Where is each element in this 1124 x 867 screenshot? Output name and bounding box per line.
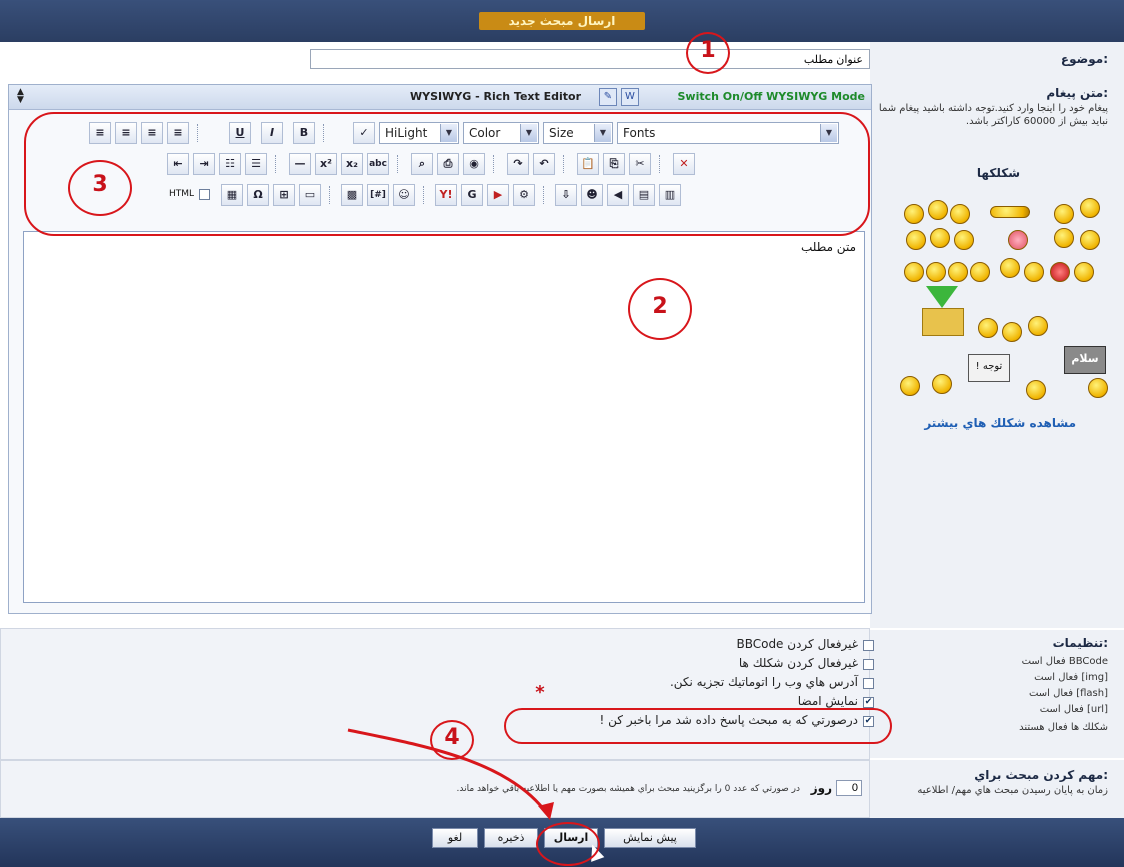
setting-status-smilies: شكلك ها فعال هستند — [1019, 722, 1108, 733]
disable-bbcode-label: غيرفعال كردن BBCode — [736, 637, 858, 651]
editor-header: ▲ ▼ WYSIWYG - Rich Text Editor ✎ W Switch… — [9, 85, 871, 110]
preview-button[interactable]: پيش نمايش — [604, 828, 696, 848]
smiley-icon[interactable] — [978, 318, 998, 338]
smilies-title: شكلكها — [976, 166, 1020, 180]
subject-input[interactable] — [310, 49, 870, 69]
smiley-icon[interactable] — [1074, 262, 1094, 282]
smiley-icon[interactable] — [954, 230, 974, 250]
smiley-icon[interactable] — [1080, 198, 1100, 218]
smiley-icon[interactable] — [1054, 204, 1074, 224]
setting-status-flash: [flash] فعال است — [1028, 688, 1108, 699]
wysiwyg-toggle-icon[interactable]: W — [621, 88, 639, 106]
save-button[interactable]: ذخيره — [484, 828, 538, 848]
subject-label: موضوع: — [1060, 52, 1108, 66]
sign-attention: توجه ! — [968, 354, 1010, 382]
annotation-number-2: 2 — [652, 294, 668, 319]
more-smilies-link[interactable]: مشاهده شكلك هاي بيشتر — [924, 416, 1076, 430]
smiley-icon[interactable] — [1088, 378, 1108, 398]
resize-arrows-icon[interactable]: ▲ ▼ — [17, 88, 24, 105]
smiley-icon[interactable] — [906, 230, 926, 250]
show-signature-checkbox[interactable]: ✔ — [863, 697, 874, 708]
smiley-icon[interactable] — [1080, 230, 1100, 250]
editor-title: WYSIWYG - Rich Text Editor — [410, 90, 581, 103]
smiley-icon[interactable] — [1054, 228, 1074, 248]
editor-textarea[interactable]: متن مطلب — [23, 231, 865, 603]
annotation-notify-oval — [504, 708, 892, 744]
smiley-icon[interactable] — [950, 204, 970, 224]
show-signature-label: نمايش امضا — [797, 694, 858, 708]
sticky-days-input[interactable] — [836, 780, 862, 796]
disable-url-parse-checkbox[interactable] — [863, 678, 874, 689]
smiley-icon[interactable] — [1008, 230, 1028, 250]
top-bar: ارسال مبحث جديد — [0, 0, 1124, 42]
disable-bbcode-checkbox[interactable] — [863, 640, 874, 651]
editor-content: متن مطلب — [800, 240, 856, 254]
smiley-icon[interactable] — [1050, 262, 1070, 282]
smiley-icon[interactable] — [1026, 380, 1046, 400]
setting-status-bbcode: BBCode فعال است — [1021, 656, 1108, 667]
days-unit-label: روز — [810, 781, 832, 795]
label-column — [870, 42, 1124, 628]
annotation-number-3: 3 — [92, 172, 108, 197]
smiley-icon[interactable] — [904, 262, 924, 282]
sticky-label: مهم كردن مبحث براي: — [974, 768, 1108, 782]
days-note: در صورتي كه عدد 0 را برگزينيد مبحث براي … — [456, 784, 800, 794]
message-note: پيغام خود را اينجا وارد كنيد.توجه داشته … — [878, 103, 1108, 127]
message-label: متن پيغام: — [1046, 86, 1108, 100]
smiley-icon[interactable] — [1002, 322, 1022, 342]
annotation-number-1: 1 — [700, 38, 716, 63]
smiley-icon[interactable] — [932, 374, 952, 394]
page-title: ارسال مبحث جديد — [0, 12, 1124, 30]
switch-wysiwyg-link[interactable]: Switch On/Off WYSIWYG Mode — [678, 90, 866, 103]
smiley-icon[interactable] — [1000, 258, 1020, 278]
smiley-icon[interactable] — [948, 262, 968, 282]
smiley-icon[interactable] — [990, 206, 1030, 218]
smiley-icon[interactable] — [928, 200, 948, 220]
smiley-icon[interactable] — [904, 204, 924, 224]
box-icon — [922, 308, 964, 336]
smiley-icon[interactable] — [970, 262, 990, 282]
sign-hello: سلام — [1064, 346, 1106, 374]
setting-status-url: [url] فعال است — [1039, 704, 1108, 715]
setting-status-img: [img] فعال است — [1034, 672, 1108, 683]
download-arrow-icon — [926, 286, 958, 308]
annotation-toolbar-oval — [24, 112, 870, 236]
editor-mode-icon[interactable]: ✎ — [599, 88, 617, 106]
annotation-number-4: 4 — [444, 725, 460, 750]
sticky-note: زمان به پايان رسيدن مبحث هاي مهم/ اطلاعي… — [917, 785, 1108, 796]
cancel-button[interactable]: لغو — [432, 828, 478, 848]
settings-label: تنظيمات: — [1052, 636, 1108, 650]
smiley-icon[interactable] — [1024, 262, 1044, 282]
annotation-submit-circle — [536, 822, 600, 866]
annotation-star: * — [535, 682, 545, 703]
disable-smilies-checkbox[interactable] — [863, 659, 874, 670]
smiley-icon[interactable] — [900, 376, 920, 396]
smiley-icon[interactable] — [1028, 316, 1048, 336]
smiley-icon[interactable] — [926, 262, 946, 282]
disable-url-parse-label: آدرس هاي وب را اتوماتيك تجزيه نكن. — [669, 675, 858, 689]
smiley-icon[interactable] — [930, 228, 950, 248]
disable-smilies-label: غيرفعال كردن شكلك ها — [738, 656, 858, 670]
